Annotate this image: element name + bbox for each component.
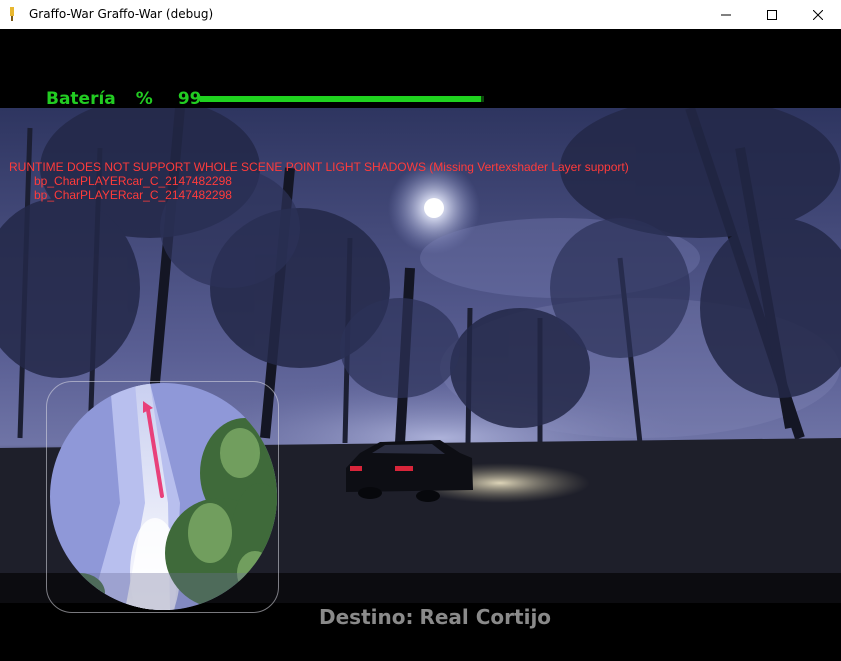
destination-prefix: Destino: — [319, 605, 414, 629]
app-icon — [10, 7, 14, 21]
minimize-icon — [721, 14, 731, 15]
minimize-button[interactable] — [703, 0, 749, 29]
battery-percent-sign: % — [135, 89, 153, 109]
window-title: Graffo-War Graffo-War (debug) — [29, 7, 214, 21]
destination-name: Real Cortijo — [419, 605, 552, 629]
debug-message: bp_CharPLAYERcar_C_2147482298 — [34, 174, 232, 188]
close-button[interactable] — [795, 0, 841, 29]
battery-indicator: Batería % 99 — [46, 89, 202, 109]
debug-message: bp_CharPLAYERcar_C_2147482298 — [34, 188, 232, 202]
maximize-icon — [767, 9, 777, 20]
battery-label: Batería — [46, 89, 116, 109]
window-titlebar: Graffo-War Graffo-War (debug) — [0, 0, 841, 29]
debug-overlay: RUNTIME DOES NOT SUPPORT WHOLE SCENE POI… — [9, 160, 629, 202]
minimap — [50, 383, 277, 610]
destination-label: Destino: Real Cortijo — [319, 605, 551, 629]
battery-bar-fill — [200, 96, 482, 102]
debug-message: RUNTIME DOES NOT SUPPORT WHOLE SCENE POI… — [9, 160, 629, 174]
close-icon — [813, 9, 823, 20]
maximize-button[interactable] — [749, 0, 795, 29]
battery-value: 99 — [177, 89, 202, 109]
battery-bar — [200, 96, 484, 102]
